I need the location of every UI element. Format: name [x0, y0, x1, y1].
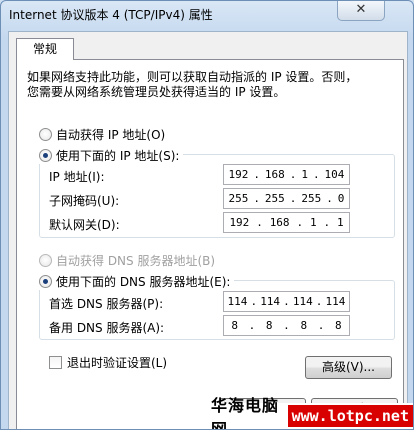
preferred-dns-input[interactable]: 114. 114. 114. 114: [223, 291, 350, 312]
radio-auto-ip[interactable]: 自动获得 IP 地址(O): [39, 126, 165, 143]
watermark-url: www.lotpc.net: [287, 405, 413, 427]
radio-manual-ip-label: 使用下面的 IP 地址(S):: [56, 149, 180, 163]
octet: 1: [336, 216, 344, 229]
alternate-dns-label: 备用 DNS 服务器(A):: [49, 321, 165, 335]
octet: 8: [231, 319, 238, 332]
octet: 8: [265, 319, 273, 332]
tab-general[interactable]: 常规: [16, 38, 74, 60]
close-icon: ✕: [355, 2, 367, 17]
preferred-dns-label: 首选 DNS 服务器(P):: [49, 297, 164, 311]
subnet-mask-input[interactable]: 255. 255. 255. 0: [223, 188, 350, 209]
radio-auto-dns-label: 自动获得 DNS 服务器地址(B): [56, 254, 216, 268]
default-gateway-label: 默认网关(D):: [49, 218, 120, 232]
watermark-site-name: 华海电脑网: [211, 396, 280, 430]
radio-button[interactable]: [39, 254, 52, 267]
octet: 255: [264, 192, 285, 205]
description-line-2: 您需要从网络系统管理员处获得适当的 IP 设置。: [27, 85, 286, 99]
radio-auto-dns[interactable]: 自动获得 DNS 服务器地址(B): [39, 252, 215, 269]
octet: 1: [309, 216, 317, 229]
octet: 1: [301, 168, 308, 181]
dialog-window: Internet 协议版本 4 (TCP/IPv4) 属性 ✕ 常规 如果网络支…: [0, 0, 414, 430]
radio-manual-dns[interactable]: 使用下面的 DNS 服务器地址(E):: [39, 273, 235, 290]
description-line-1: 如果网络支持此功能，则可以获取自动指派的 IP 设置。否则，: [27, 70, 358, 84]
radio-manual-ip[interactable]: 使用下面的 IP 地址(S):: [39, 147, 184, 164]
validate-on-exit-checkbox[interactable]: 退出时验证设置(L): [49, 354, 167, 371]
dialog-client-area: 常规 如果网络支持此功能，则可以获取自动指派的 IP 设置。否则， 您需要从网络…: [8, 31, 408, 429]
close-button[interactable]: ✕: [337, 1, 385, 21]
radio-button[interactable]: [39, 149, 52, 162]
octet: 255: [301, 192, 322, 205]
ip-address-label: IP 地址(I):: [49, 170, 105, 184]
radio-manual-dns-label: 使用下面的 DNS 服务器地址(E):: [56, 275, 231, 289]
octet: 168: [264, 168, 285, 181]
octet: 192: [228, 168, 249, 181]
octet: 114: [292, 295, 313, 308]
octet: 114: [227, 295, 248, 308]
octet: 8: [300, 319, 308, 332]
radio-button[interactable]: [39, 128, 52, 141]
title-bar[interactable]: Internet 协议版本 4 (TCP/IPv4) 属性 ✕: [1, 1, 413, 31]
checkbox[interactable]: [49, 356, 62, 369]
default-gateway-input[interactable]: 192. 168. 1. 1: [223, 212, 350, 233]
alternate-dns-input[interactable]: 8. 8. 8. 8: [223, 315, 350, 336]
octet: 114: [260, 295, 281, 308]
octet: 192: [229, 216, 250, 229]
octet: 0: [337, 192, 345, 205]
advanced-button[interactable]: 高级(V)...: [305, 356, 392, 379]
subnet-mask-label: 子网掩码(U):: [49, 194, 120, 208]
radio-button[interactable]: [39, 275, 52, 288]
octet: 104: [324, 168, 345, 181]
description-text: 如果网络支持此功能，则可以获取自动指派的 IP 设置。否则， 您需要从网络系统管…: [27, 70, 387, 100]
radio-auto-ip-label: 自动获得 IP 地址(O): [56, 128, 166, 142]
octet: 255: [228, 192, 249, 205]
octet: 114: [325, 295, 346, 308]
site-watermark: 华海电脑网 www.lotpc.net: [207, 396, 413, 429]
ip-address-input[interactable]: 192. 168. 1. 104: [223, 164, 350, 185]
validate-on-exit-label: 退出时验证设置(L): [67, 356, 168, 370]
octet: 168: [269, 216, 290, 229]
octet: 8: [335, 319, 342, 332]
window-title: Internet 协议版本 4 (TCP/IPv4) 属性: [9, 8, 213, 22]
